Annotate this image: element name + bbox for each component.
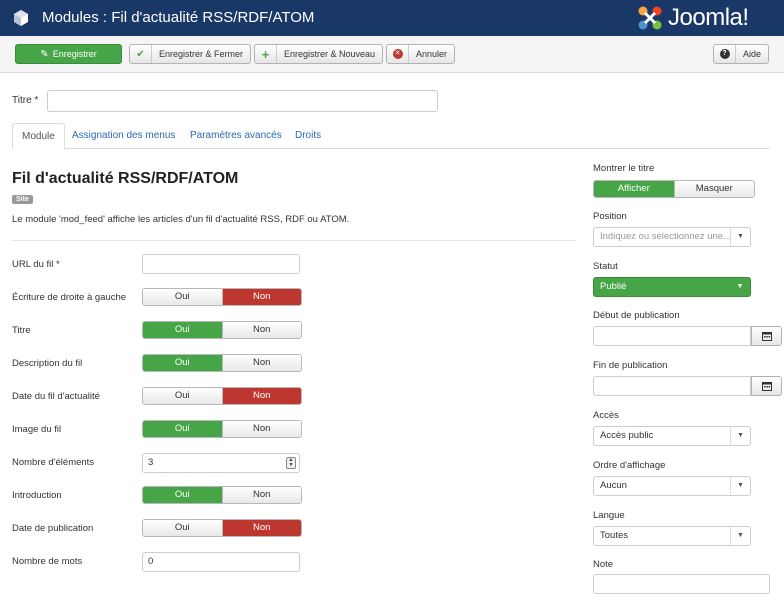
title-toggle: Oui Non [142, 321, 302, 339]
title-no-button[interactable]: Non [221, 322, 301, 338]
edit-icon: ✎ [40, 48, 49, 60]
feed-date-label: Date du fil d'actualité [12, 391, 100, 402]
hide-button[interactable]: Masquer [673, 181, 754, 197]
title-input[interactable] [47, 90, 438, 112]
end-calendar-button[interactable] [751, 376, 782, 396]
tab-permissions[interactable]: Droits [286, 123, 330, 149]
chevron-down-icon: ▼ [736, 283, 744, 290]
url-input[interactable] [142, 254, 300, 274]
items-count-input[interactable]: 3 ▲ ▼ [142, 453, 300, 473]
divider [12, 240, 575, 241]
feed-image-label: Image du fil [12, 424, 62, 435]
chevron-down-icon: ▼ [730, 427, 750, 445]
start-date-label: Début de publication [593, 310, 680, 321]
status-select[interactable]: Publié ▼ [593, 277, 751, 297]
position-label: Position [593, 211, 627, 222]
feed-date-toggle: Oui Non [142, 387, 302, 405]
end-date-input[interactable] [593, 376, 751, 396]
toolbar: ✎ Enregistrer ✔ Enregistrer & Fermer + E… [0, 36, 784, 73]
save-button[interactable]: ✎ Enregistrer [15, 44, 122, 64]
top-header: Modules : Fil d'actualité RSS/RDF/ATOM J… [0, 0, 784, 36]
calendar-icon [761, 332, 772, 341]
title-label: Titre * [12, 95, 39, 106]
tab-bar: Module Assignation des menus Paramètres … [12, 123, 770, 150]
plus-icon: + [255, 45, 277, 63]
feed-desc-toggle: Oui Non [142, 354, 302, 372]
save-new-button[interactable]: + Enregistrer & Nouveau [254, 44, 384, 64]
cancel-button[interactable]: ✕ Annuler [386, 44, 456, 64]
items-count-label: Nombre d'éléments [12, 457, 95, 468]
pubdate-yes-button[interactable]: Oui [143, 520, 222, 536]
feed-image-no-button[interactable]: Non [221, 421, 301, 437]
tab-module[interactable]: Module [12, 123, 65, 150]
module-heading: Fil d'actualité RSS/RDF/ATOM [12, 170, 239, 187]
pubdate-label: Date de publication [12, 523, 94, 534]
language-select[interactable]: Toutes ▼ [593, 526, 751, 546]
joomla-logo-icon [638, 6, 662, 30]
feed-image-toggle: Oui Non [142, 420, 302, 438]
rtl-yes-button[interactable]: Oui [143, 289, 222, 305]
question-icon: ? [714, 45, 736, 63]
feed-date-yes-button[interactable]: Oui [143, 388, 222, 404]
word-count-input[interactable]: 0 [142, 552, 300, 572]
save-close-button[interactable]: ✔ Enregistrer & Fermer [129, 44, 252, 64]
access-label: Accès [593, 410, 619, 421]
joomla-logo: Joomla! [636, 4, 749, 32]
title-yes-button[interactable]: Oui [143, 322, 222, 338]
feed-desc-no-button[interactable]: Non [221, 355, 301, 371]
order-label: Ordre d'affichage [593, 460, 666, 471]
brand-text: Joomla! [668, 4, 749, 31]
tab-advanced[interactable]: Paramètres avancés [181, 123, 291, 149]
intro-toggle: Oui Non [142, 486, 302, 504]
start-calendar-button[interactable] [751, 326, 782, 346]
page-title: Modules : Fil d'actualité RSS/RDF/ATOM [42, 9, 315, 26]
intro-label: Introduction [12, 490, 62, 501]
end-date-label: Fin de publication [593, 360, 668, 371]
tab-menu-assignment[interactable]: Assignation des menus [63, 123, 184, 149]
calendar-icon [761, 382, 772, 391]
title-toggle-label: Titre [12, 325, 31, 336]
rtl-label: Écriture de droite à gauche [12, 292, 127, 303]
intro-no-button[interactable]: Non [221, 487, 301, 503]
show-title-label: Montrer le titre [593, 163, 655, 174]
site-badge: Site [12, 195, 33, 204]
access-select[interactable]: Accès public ▼ [593, 426, 751, 446]
word-count-label: Nombre de mots [12, 556, 83, 567]
rtl-toggle: Oui Non [142, 288, 302, 306]
order-select[interactable]: Aucun ▼ [593, 476, 751, 496]
rtl-no-button[interactable]: Non [221, 289, 301, 305]
pubdate-toggle: Oui Non [142, 519, 302, 537]
module-description: Le module 'mod_feed' affiche les article… [12, 214, 350, 225]
chevron-down-icon: ▼ [730, 228, 750, 246]
feed-desc-yes-button[interactable]: Oui [143, 355, 222, 371]
modules-cube-icon [14, 10, 28, 26]
feed-desc-label: Description du fil [12, 358, 83, 369]
chevron-down-icon: ▼ [730, 527, 750, 545]
note-input[interactable] [593, 574, 770, 594]
pubdate-no-button[interactable]: Non [221, 520, 301, 536]
url-label: URL du fil * [12, 259, 60, 270]
start-date-input[interactable] [593, 326, 751, 346]
note-label: Note [593, 559, 614, 570]
intro-yes-button[interactable]: Oui [143, 487, 222, 503]
cancel-icon: ✕ [387, 45, 409, 63]
help-button[interactable]: ? Aide [713, 44, 770, 64]
show-title-toggle: Afficher Masquer [593, 180, 755, 198]
language-label: Langue [593, 510, 625, 521]
status-label: Statut [593, 261, 618, 272]
feed-image-yes-button[interactable]: Oui [143, 421, 222, 437]
feed-date-no-button[interactable]: Non [221, 388, 301, 404]
chevron-down-icon: ▼ [730, 477, 750, 495]
spinner-icon[interactable]: ▲ ▼ [286, 457, 296, 469]
check-icon: ✔ [130, 45, 152, 63]
position-select[interactable]: Indiquez ou sélectionnez une... ▼ [593, 227, 751, 247]
show-button[interactable]: Afficher [594, 181, 674, 197]
